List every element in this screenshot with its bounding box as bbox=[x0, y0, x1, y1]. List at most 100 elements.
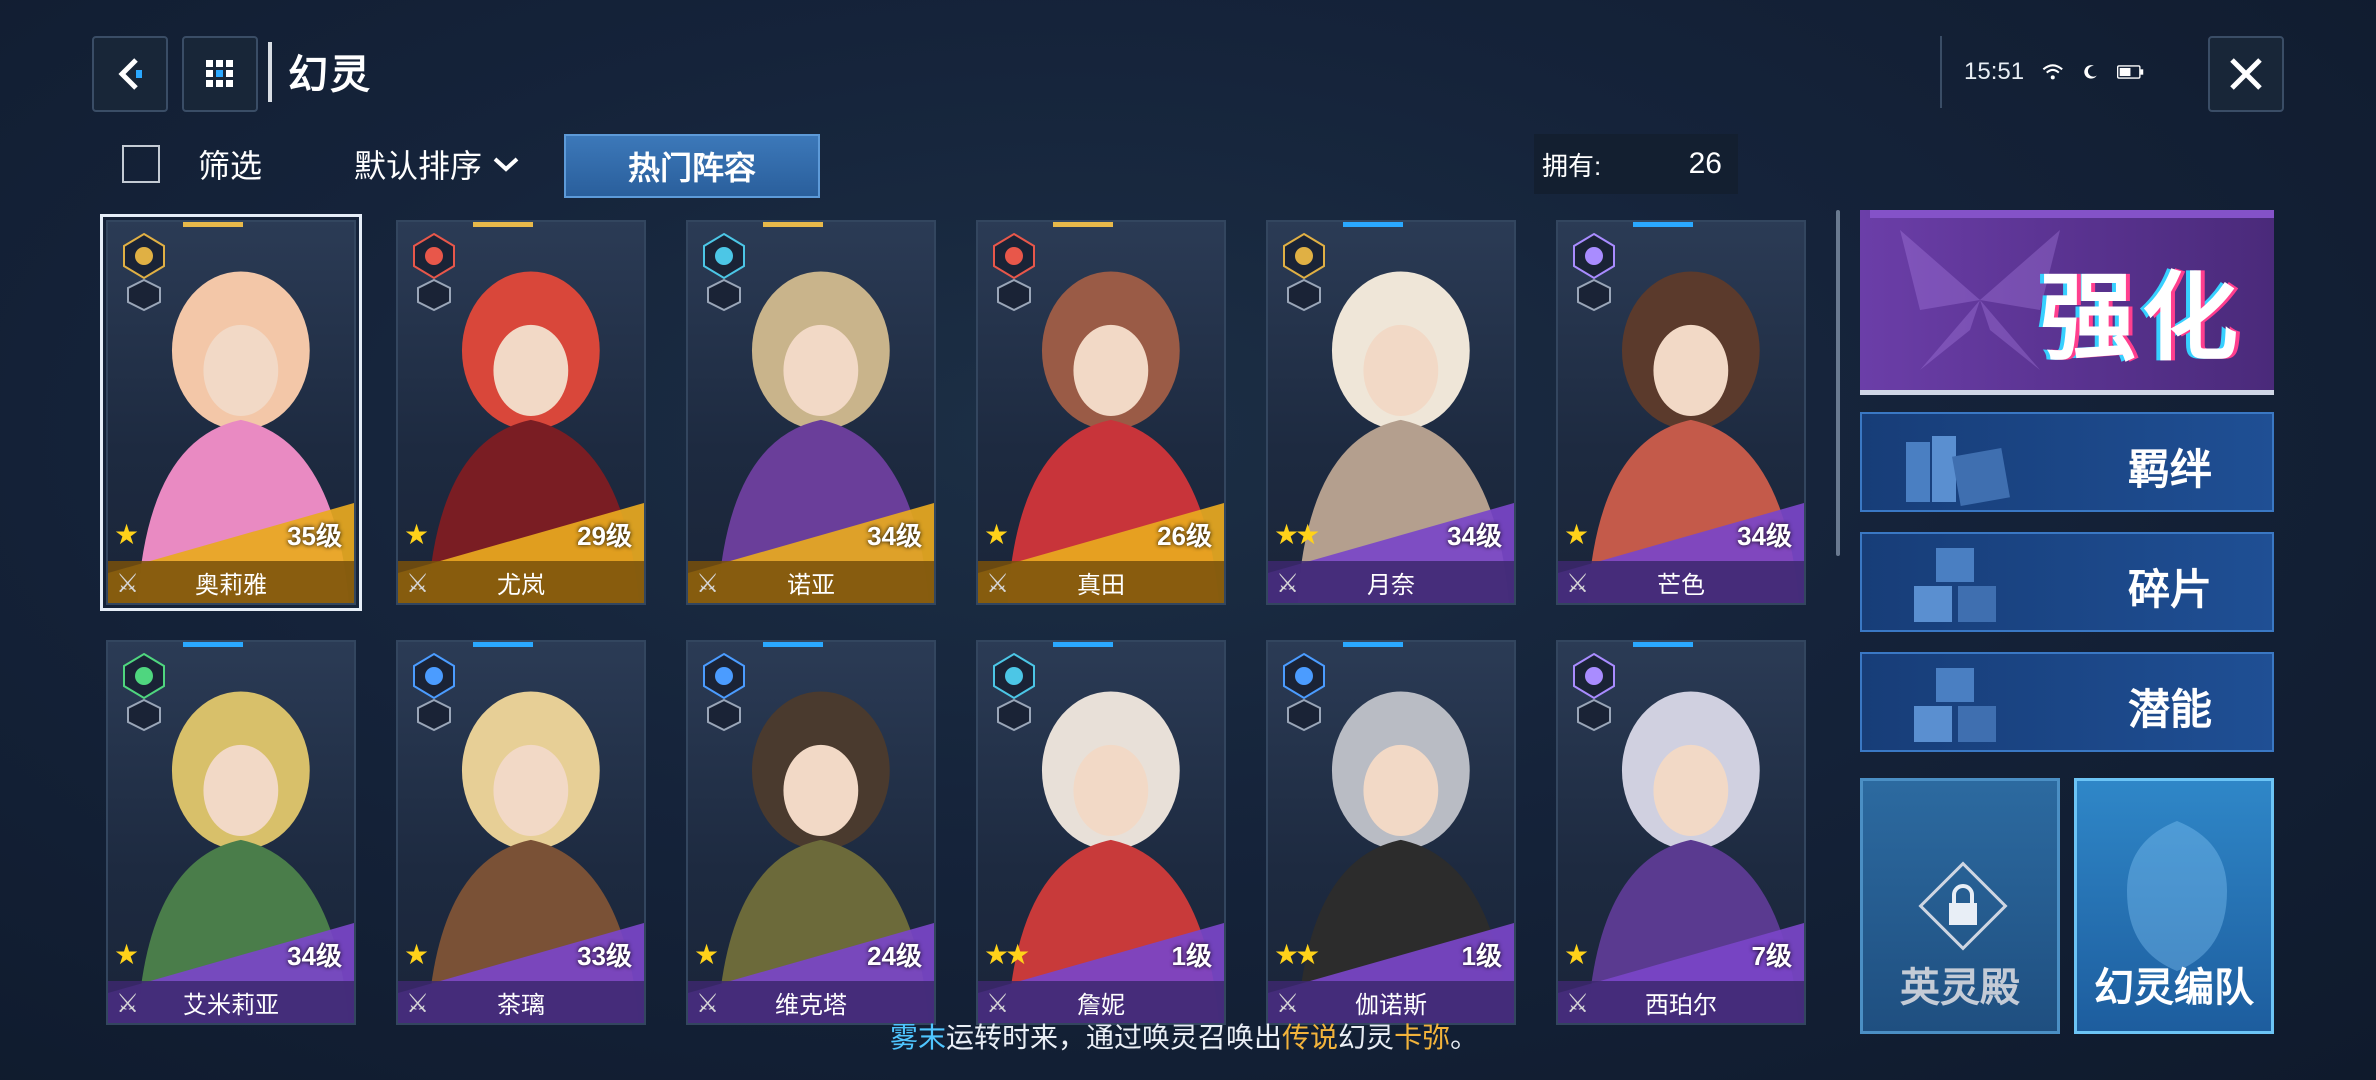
weapon-icon: ⚔ bbox=[1276, 988, 1300, 1018]
status-bar: 15:51 bbox=[1940, 36, 2144, 108]
character-card[interactable]: ★★ 1级 ⚔ 詹妮 bbox=[976, 640, 1226, 1025]
close-button[interactable] bbox=[2208, 36, 2284, 112]
element-icon bbox=[1573, 652, 1615, 732]
ticker-highlight-3: 卡弥 bbox=[1394, 1022, 1451, 1053]
sort-dropdown[interactable]: 默认排序 bbox=[354, 134, 520, 194]
hero-hall-button[interactable]: 英灵殿 bbox=[1860, 778, 2060, 1034]
back-button[interactable] bbox=[92, 36, 168, 112]
character-card[interactable]: ★ 33级 ⚔ 茶璃 bbox=[396, 640, 646, 1025]
character-level: 35级 bbox=[287, 521, 342, 551]
character-level: 1级 bbox=[1461, 941, 1502, 971]
character-level: 34级 bbox=[287, 941, 342, 971]
grid-scrollbar[interactable] bbox=[1836, 210, 1840, 556]
character-level: 1级 bbox=[1171, 941, 1212, 971]
character-card[interactable]: ★ 34级 ⚔ 艾米莉亚 bbox=[106, 640, 356, 1025]
team-formation-label: 幻灵编队 bbox=[2094, 966, 2254, 1010]
hot-lineup-button[interactable]: 热门阵容 bbox=[564, 134, 820, 198]
books-icon bbox=[1906, 436, 2010, 506]
element-icon bbox=[993, 232, 1035, 312]
home-grid-button[interactable] bbox=[182, 36, 258, 112]
star-rating: ★ bbox=[114, 939, 139, 970]
formation-emblem-icon bbox=[2127, 821, 2227, 971]
star-rating: ★ bbox=[1564, 519, 1589, 550]
element-icon bbox=[703, 232, 745, 312]
character-name: 月奈 bbox=[1367, 571, 1415, 599]
element-icon bbox=[703, 652, 745, 732]
filter-toggle[interactable]: 筛选 bbox=[100, 134, 262, 194]
weapon-icon: ⚔ bbox=[986, 568, 1010, 598]
fragment-button[interactable]: 碎片 bbox=[1860, 532, 2274, 632]
character-level: 34级 bbox=[867, 521, 922, 551]
character-level: 24级 bbox=[867, 941, 922, 971]
star-rating: ★★ bbox=[1274, 939, 1320, 970]
lock-icon bbox=[1918, 861, 2008, 951]
team-formation-button[interactable]: 幻灵编队 bbox=[2074, 778, 2274, 1034]
filter-checkbox[interactable] bbox=[122, 145, 160, 183]
star-rating: ★★ bbox=[1274, 519, 1320, 550]
character-level: 33级 bbox=[577, 941, 632, 971]
potential-button[interactable]: 潜能 bbox=[1860, 652, 2274, 752]
character-level: 34级 bbox=[1737, 521, 1792, 551]
owned-count: 26 bbox=[1688, 147, 1722, 180]
star-rating: ★★ bbox=[984, 939, 1030, 970]
character-card[interactable]: ★★ 34级 ⚔ 月奈 bbox=[1266, 220, 1516, 605]
character-name-bar: ⚔ 西珀尔 bbox=[1558, 981, 1804, 1023]
character-card[interactable]: ★★ 1级 ⚔ 伽诺斯 bbox=[1266, 640, 1516, 1025]
character-name: 茶璃 bbox=[497, 991, 545, 1019]
weapon-icon: ⚔ bbox=[986, 988, 1010, 1018]
character-card[interactable]: 34级 ⚔ 诺亚 bbox=[686, 220, 936, 605]
character-name: 伽诺斯 bbox=[1355, 991, 1427, 1019]
enhance-label: 强化 bbox=[2040, 265, 2244, 372]
weapon-icon: ⚔ bbox=[696, 568, 720, 598]
ticker-text-3: 。 bbox=[1450, 1022, 1479, 1053]
enhance-button[interactable]: 强化 bbox=[1860, 210, 2274, 395]
hero-hall-label: 英灵殿 bbox=[1900, 966, 2020, 1010]
weapon-icon: ⚔ bbox=[1566, 568, 1590, 598]
ticker-text-2: 幻灵 bbox=[1338, 1022, 1395, 1053]
wifi-icon bbox=[2042, 64, 2063, 80]
character-level: 34级 bbox=[1447, 521, 1502, 551]
weapon-icon: ⚔ bbox=[406, 568, 430, 598]
character-card[interactable]: ★ 24级 ⚔ 维克塔 bbox=[686, 640, 936, 1025]
potential-label: 潜能 bbox=[2127, 686, 2212, 733]
weapon-icon: ⚔ bbox=[116, 988, 140, 1018]
character-card[interactable]: ★ 34级 ⚔ 芒色 bbox=[1556, 220, 1806, 605]
element-icon bbox=[1573, 232, 1615, 312]
bond-button[interactable]: 羁绊 bbox=[1860, 412, 2274, 512]
close-icon bbox=[2230, 58, 2262, 90]
character-card[interactable]: ★ 35级 ⚔ 奥莉雅 bbox=[100, 214, 362, 611]
element-icon bbox=[1283, 232, 1325, 312]
title-separator bbox=[268, 42, 272, 102]
star-rating: ★ bbox=[1564, 939, 1589, 970]
character-name-bar: ⚔ 奥莉雅 bbox=[108, 561, 354, 603]
character-name: 真田 bbox=[1077, 571, 1125, 599]
character-name: 詹妮 bbox=[1077, 991, 1125, 1019]
character-card[interactable]: ★ 29级 ⚔ 尤岚 bbox=[396, 220, 646, 605]
filter-label: 筛选 bbox=[198, 148, 263, 184]
ticker-highlight-2: 传说 bbox=[1282, 1022, 1339, 1053]
back-arrow-icon bbox=[118, 58, 142, 90]
weapon-icon: ⚔ bbox=[116, 568, 140, 598]
battery-icon bbox=[2117, 65, 2144, 79]
ticker-highlight-1: 雾末 bbox=[890, 1022, 947, 1053]
star-rating: ★ bbox=[984, 519, 1009, 550]
character-name: 维克塔 bbox=[775, 991, 847, 1019]
bond-label: 羁绊 bbox=[2127, 446, 2212, 493]
star-rating: ★ bbox=[114, 519, 139, 550]
element-icon bbox=[1283, 652, 1325, 732]
weapon-icon: ⚔ bbox=[696, 988, 720, 1018]
moon-icon bbox=[2083, 65, 2097, 79]
element-icon bbox=[413, 652, 455, 732]
element-icon bbox=[413, 232, 455, 312]
character-name-bar: ⚔ 诺亚 bbox=[688, 561, 934, 603]
star-rating: ★ bbox=[404, 939, 429, 970]
weapon-icon: ⚔ bbox=[406, 988, 430, 1018]
character-name: 芒色 bbox=[1657, 571, 1705, 599]
character-level: 26级 bbox=[1157, 521, 1212, 551]
character-name-bar: ⚔ 艾米莉亚 bbox=[108, 981, 354, 1023]
character-card[interactable]: ★ 26级 ⚔ 真田 bbox=[976, 220, 1226, 605]
boxes-icon bbox=[1914, 548, 1996, 622]
character-name-bar: ⚔ 芒色 bbox=[1558, 561, 1804, 603]
star-rating: ★ bbox=[694, 939, 719, 970]
character-card[interactable]: ★ 7级 ⚔ 西珀尔 bbox=[1556, 640, 1806, 1025]
